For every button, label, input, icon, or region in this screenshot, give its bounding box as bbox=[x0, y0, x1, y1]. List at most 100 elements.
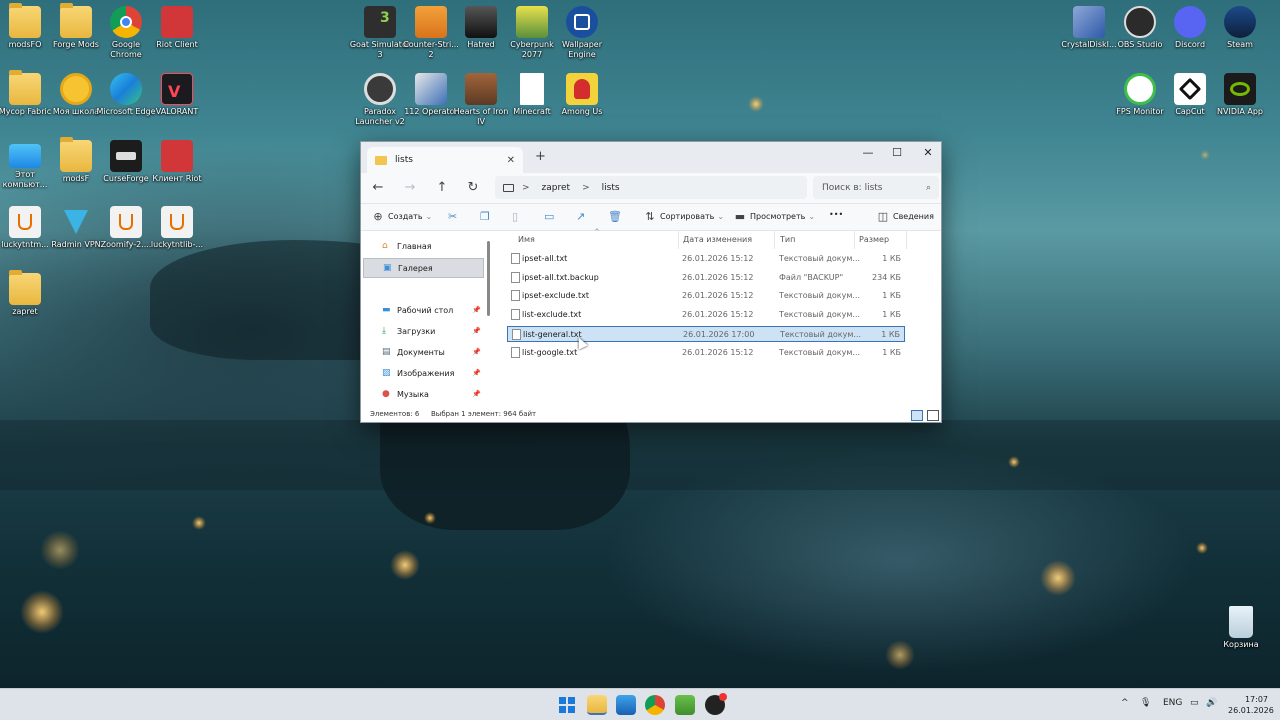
microphone-icon[interactable]: 🎙 bbox=[1140, 698, 1151, 708]
text-file-icon bbox=[511, 271, 520, 283]
column-header-type[interactable]: Тип bbox=[780, 235, 795, 244]
column-divider[interactable] bbox=[854, 231, 855, 249]
share-icon[interactable]: ↗ bbox=[576, 210, 590, 223]
recycle-bin-icon bbox=[1229, 606, 1253, 638]
column-header-date[interactable]: Дата изменения bbox=[683, 235, 752, 244]
forward-button[interactable]: → bbox=[400, 180, 420, 195]
file-row[interactable]: list-general.txt 26.01.2026 17:00 Текстовы… bbox=[507, 325, 905, 342]
more-options-button[interactable]: ••• bbox=[829, 210, 843, 219]
hatred-icon bbox=[465, 6, 497, 38]
nav-item-music[interactable]: ● Музыка 📌 bbox=[363, 384, 484, 404]
start-button[interactable] bbox=[557, 695, 577, 715]
radmin-vpn-icon bbox=[60, 206, 92, 238]
clock[interactable]: 17:07 26.01.2026 bbox=[1228, 694, 1274, 716]
address-bar-row: ← → ↑ ↻ > zapret > lists Поиск в: lists … bbox=[361, 173, 941, 204]
pin-icon: 📌 bbox=[472, 348, 481, 356]
create-button[interactable]: ⊕ Создать ⌄ bbox=[371, 210, 432, 223]
nav-item-desktop[interactable]: ▬ Рабочий стол 📌 bbox=[363, 300, 484, 320]
nav-item-pictures[interactable]: ▨ Изображения 📌 bbox=[363, 363, 484, 383]
file-row[interactable]: list-google.txt 26.01.2026 15:12 Текстовый… bbox=[507, 345, 905, 361]
desktop-icon-wallpaper-engine[interactable]: Wallpaper Engine bbox=[551, 6, 613, 60]
rename-icon[interactable]: ▭ bbox=[544, 210, 558, 223]
column-header-name[interactable]: Имя bbox=[518, 235, 535, 244]
tab-lists[interactable]: lists ✕ bbox=[367, 147, 523, 173]
store-icon[interactable] bbox=[616, 695, 636, 715]
file-type: Файл "BACKUP" bbox=[779, 272, 844, 282]
minimize-button[interactable]: — bbox=[853, 146, 883, 159]
maximize-button[interactable]: ☐ bbox=[882, 146, 912, 159]
file-list: Имя ^ Дата изменения Тип Размер ipset-al… bbox=[504, 228, 941, 405]
nav-pane-scrollbar[interactable] bbox=[487, 241, 490, 316]
tiles-view-button[interactable] bbox=[927, 410, 939, 421]
volume-icon[interactable]: 🔊 bbox=[1206, 698, 1217, 708]
file-row[interactable]: list-exclude.txt 26.01.2026 15:12 Текстовы… bbox=[507, 307, 905, 323]
file-name: ipset-all.txt.backup bbox=[522, 272, 599, 282]
refresh-button[interactable]: ↻ bbox=[463, 180, 483, 195]
chevron-down-icon: ⌄ bbox=[808, 212, 816, 221]
computer-icon bbox=[503, 183, 514, 192]
breadcrumb[interactable]: > zapret > lists bbox=[495, 176, 807, 199]
desktop-icon-among-us[interactable]: Among Us bbox=[551, 73, 613, 117]
documents-icon: ▤ bbox=[382, 347, 391, 357]
clock-date: 26.01.2026 bbox=[1228, 706, 1274, 715]
view-button[interactable]: ▬ Просмотреть ⌄ bbox=[733, 210, 815, 223]
desktop-icon-steam[interactable]: Steam bbox=[1209, 6, 1271, 50]
tray-overflow-chevron[interactable]: ^ bbox=[1121, 698, 1129, 708]
network-icon[interactable]: ▭ bbox=[1190, 698, 1199, 708]
details-pane-button[interactable]: ◫ Сведения bbox=[876, 210, 934, 223]
text-file-icon bbox=[511, 290, 520, 302]
column-divider[interactable] bbox=[906, 231, 907, 249]
column-divider[interactable] bbox=[774, 231, 775, 249]
close-button[interactable]: ✕ bbox=[913, 146, 941, 159]
chrome-icon[interactable] bbox=[645, 695, 665, 715]
sort-icon: ⇅ bbox=[645, 210, 655, 223]
capcut-icon bbox=[1174, 73, 1206, 105]
desktop-icon-luckytntlib[interactable]: luckytntlib-... bbox=[146, 206, 208, 250]
desktop-icon-recycle-bin[interactable]: Корзина bbox=[1210, 606, 1272, 650]
plus-icon: ⊕ bbox=[373, 210, 383, 223]
computer-icon bbox=[9, 144, 41, 168]
up-button[interactable]: ↑ bbox=[432, 180, 452, 195]
nav-item-gallery[interactable]: ▣ Галерея bbox=[363, 258, 484, 278]
desktop-icon-riot-client[interactable]: Riot Client bbox=[146, 6, 208, 50]
sort-button[interactable]: ⇅ Сортировать ⌄ bbox=[643, 210, 724, 223]
file-row[interactable]: ipset-exclude.txt 26.01.2026 15:12 Текстов… bbox=[507, 288, 905, 304]
copy-icon[interactable]: ❐ bbox=[480, 210, 494, 223]
desktop-icon: ▬ bbox=[382, 305, 391, 315]
desktop-icon-zapret[interactable]: zapret bbox=[0, 270, 56, 317]
file-explorer-taskbar-icon[interactable] bbox=[587, 695, 607, 715]
navigation-pane: ⌂ Главная ▣ Галерея ▬ Рабочий стол 📌 ⤓ З… bbox=[361, 231, 491, 405]
file-row[interactable]: ipset-all.txt.backup 26.01.2026 15:12 Файл… bbox=[507, 270, 905, 286]
nav-item-home[interactable]: ⌂ Главная bbox=[363, 236, 484, 256]
column-divider[interactable] bbox=[678, 231, 679, 249]
cut-icon[interactable]: ✂ bbox=[448, 210, 462, 223]
desktop-icon-riot-client-ru[interactable]: Клиент Riot bbox=[146, 140, 208, 184]
back-button[interactable]: ← bbox=[368, 180, 388, 195]
minecraft-launcher-icon[interactable] bbox=[675, 695, 695, 715]
file-explorer-window[interactable]: lists ✕ + — ☐ ✕ ← → ↑ ↻ > zapret > lists… bbox=[360, 141, 942, 423]
title-bar[interactable]: lists ✕ + — ☐ ✕ bbox=[361, 142, 941, 173]
new-tab-button[interactable]: + bbox=[535, 149, 546, 164]
nav-item-documents[interactable]: ▤ Документы 📌 bbox=[363, 342, 484, 362]
details-view-button[interactable] bbox=[911, 410, 923, 421]
breadcrumb-item-zapret[interactable]: zapret bbox=[542, 183, 571, 193]
desktop-icon-nvidia-app[interactable]: NVIDIA App bbox=[1209, 73, 1271, 117]
desktop-icon-valorant[interactable]: V VALORANT bbox=[146, 73, 208, 117]
column-header-size[interactable]: Размер bbox=[859, 235, 889, 244]
obs-taskbar-icon[interactable] bbox=[705, 693, 727, 715]
search-input[interactable]: Поиск в: lists ⌕ bbox=[813, 176, 939, 199]
close-tab-button[interactable]: ✕ bbox=[507, 155, 515, 166]
file-row[interactable]: ipset-all.txt 26.01.2026 15:12 Текстовый д… bbox=[507, 251, 905, 267]
breadcrumb-item-lists[interactable]: lists bbox=[602, 183, 620, 193]
discord-icon bbox=[1174, 6, 1206, 38]
selection-info: Выбран 1 элемент: 964 байт bbox=[431, 410, 537, 418]
music-icon: ● bbox=[382, 389, 390, 399]
paste-icon[interactable]: ▯ bbox=[512, 210, 526, 223]
download-icon: ⤓ bbox=[382, 326, 386, 336]
details-icon: ◫ bbox=[877, 210, 889, 223]
delete-icon[interactable]: 🗑 bbox=[608, 210, 622, 223]
language-indicator[interactable]: ENG bbox=[1163, 698, 1182, 708]
folder-icon bbox=[9, 270, 41, 305]
cyberpunk-icon bbox=[516, 6, 548, 38]
nav-item-downloads[interactable]: ⤓ Загрузки 📌 bbox=[363, 321, 484, 341]
